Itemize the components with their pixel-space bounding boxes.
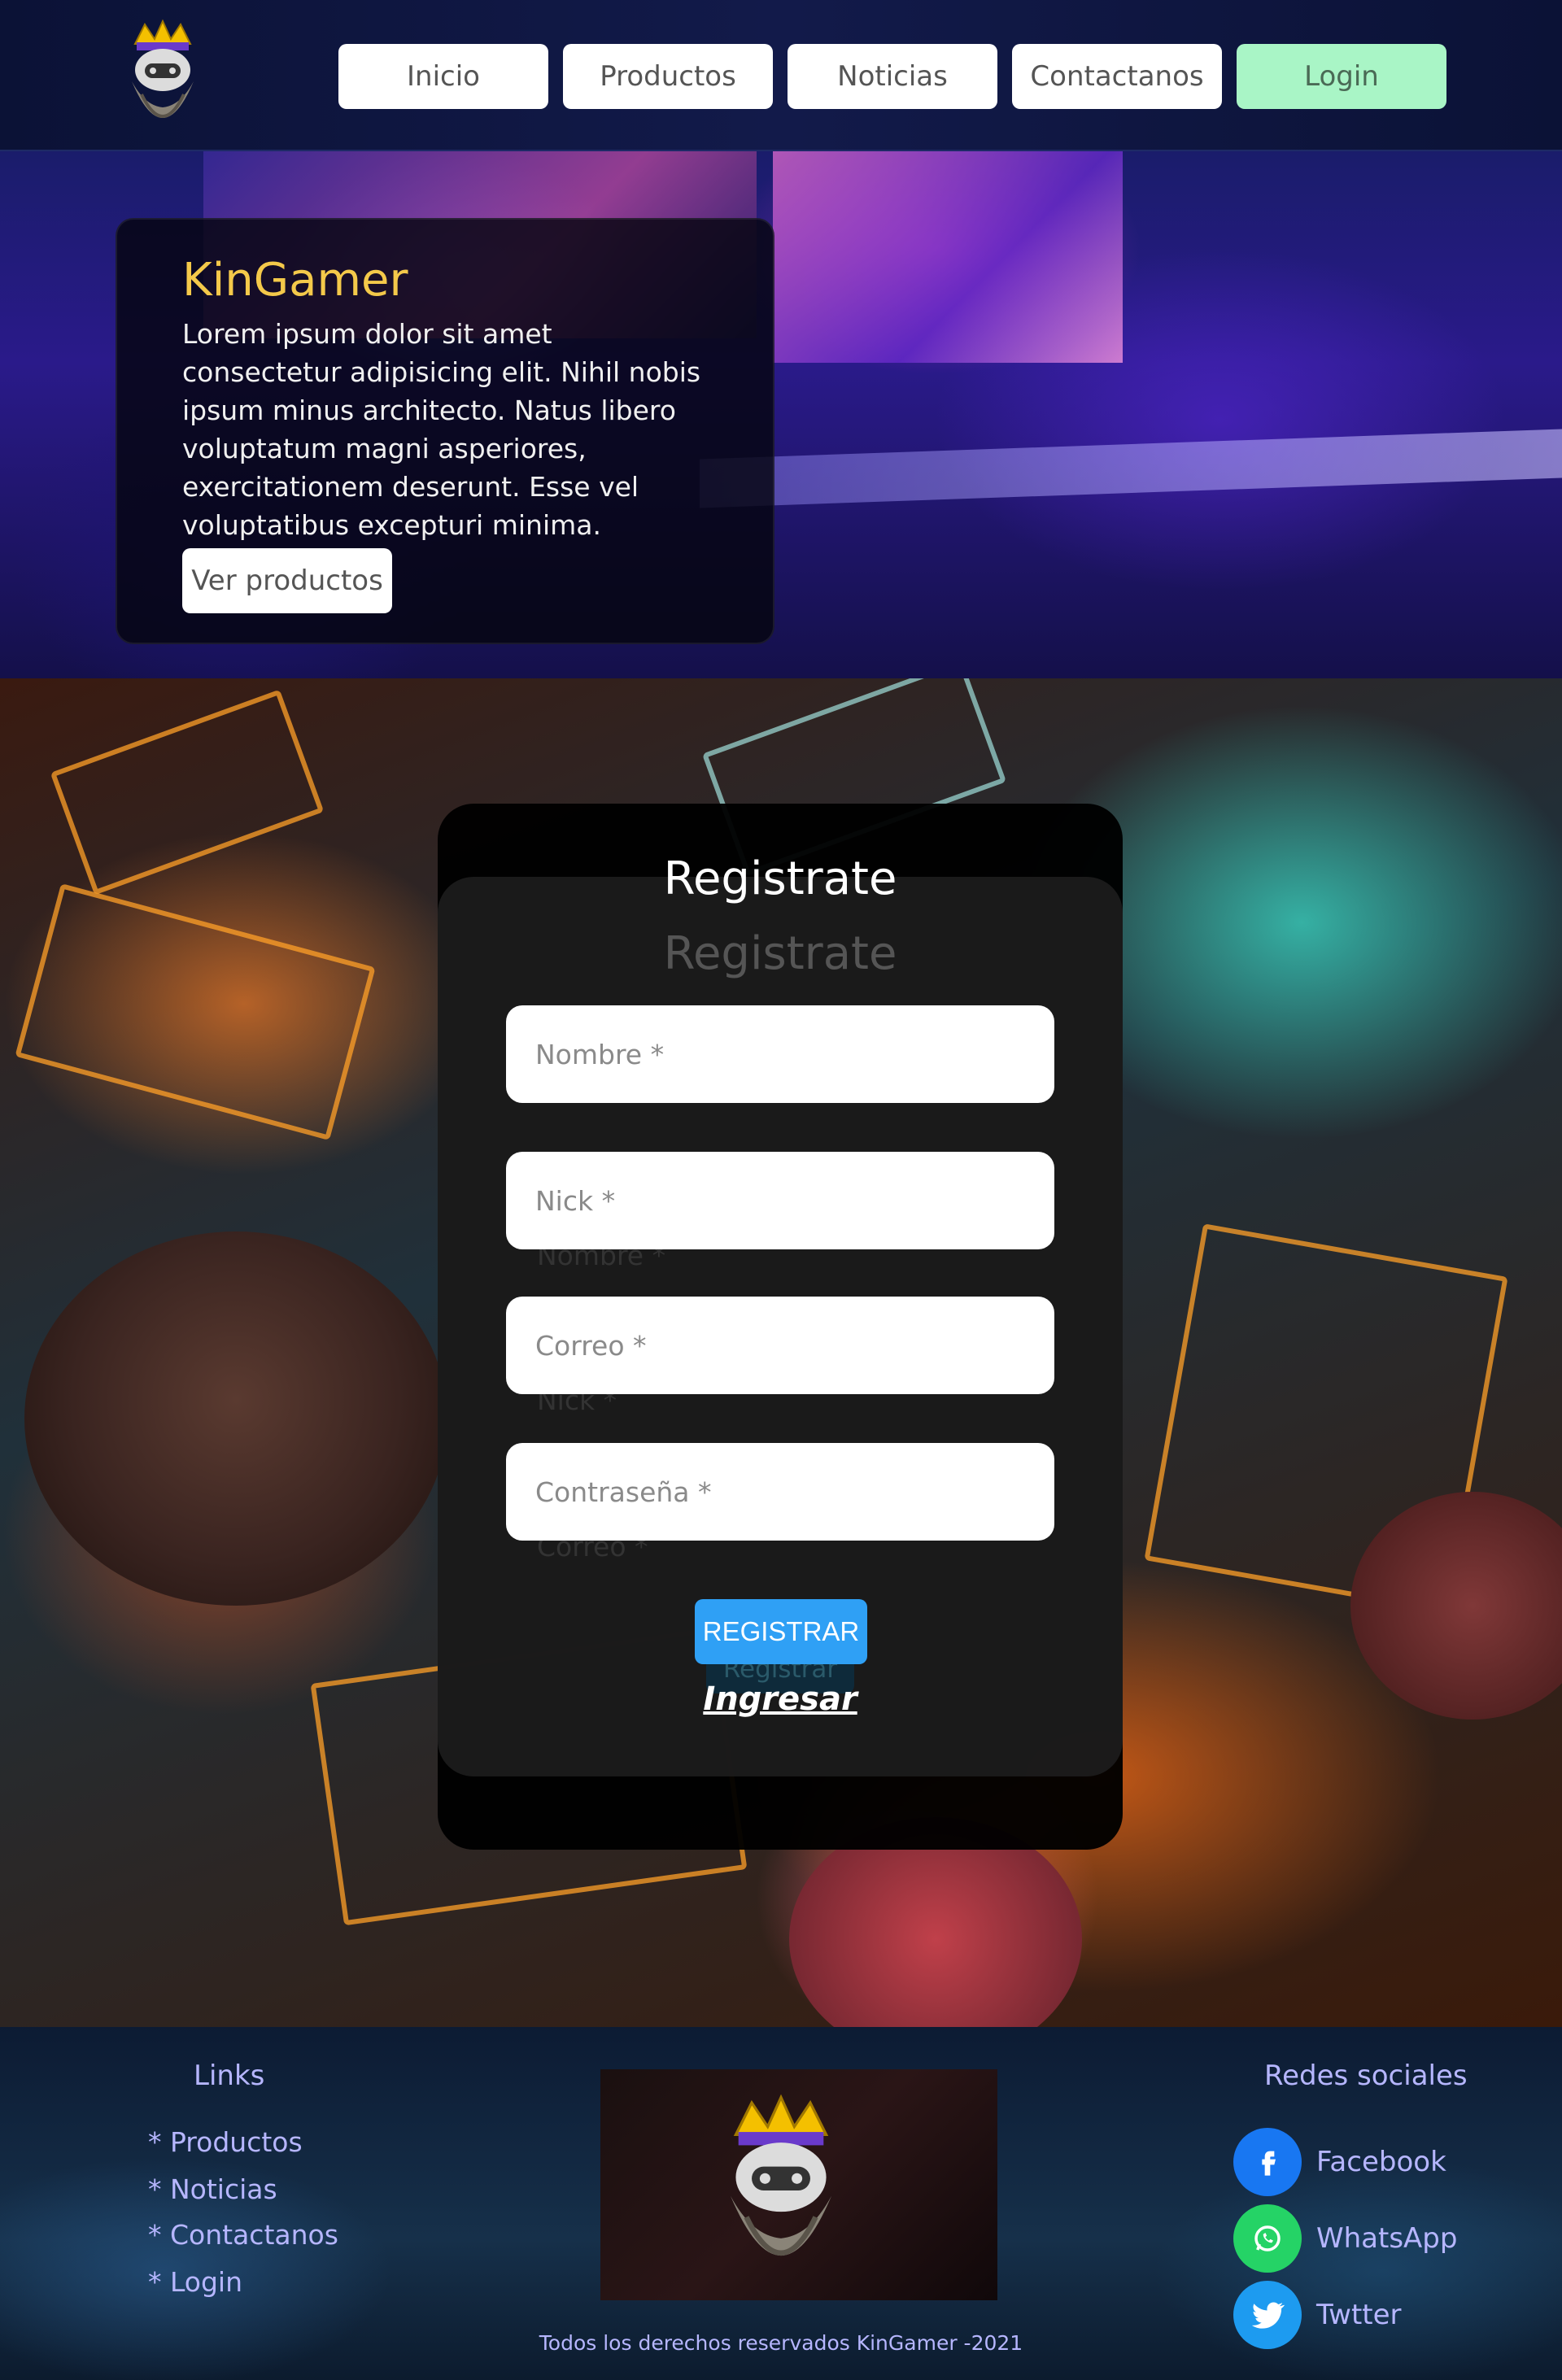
- nav-contactanos-button[interactable]: Contactanos: [1012, 44, 1222, 109]
- background-circuit: [50, 689, 325, 896]
- hero-background-monitor: [773, 151, 1123, 363]
- footer-link-noticias[interactable]: * Noticias: [148, 2173, 277, 2205]
- footer: Links * Productos * Noticias * Contactan…: [0, 2027, 1562, 2380]
- ver-productos-button[interactable]: Ver productos: [182, 548, 392, 613]
- hero-background-desk: [700, 429, 1562, 508]
- navbar: Inicio Productos Noticias Contactanos Lo…: [0, 0, 1562, 151]
- registrar-button[interactable]: REGISTRAR: [695, 1599, 867, 1664]
- hero-card: KinGamer Lorem ipsum dolor sit amet cons…: [116, 218, 774, 644]
- register-card: Registrate Registrate Nombre * Nick * Co…: [438, 804, 1123, 1850]
- kingamer-logo-icon: [730, 2094, 832, 2256]
- facebook-icon: [1233, 2128, 1302, 2196]
- nombre-input[interactable]: [506, 1005, 1054, 1103]
- facebook-label: Facebook: [1316, 2146, 1446, 2178]
- copyright: Todos los derechos reservados KinGamer -…: [539, 2331, 1023, 2355]
- nick-input[interactable]: [506, 1152, 1054, 1249]
- nav-inicio-button[interactable]: Inicio: [338, 44, 548, 109]
- background-circuit: [15, 883, 376, 1141]
- facebook-link[interactable]: Facebook: [1233, 2128, 1446, 2196]
- footer-link-productos[interactable]: * Productos: [148, 2126, 303, 2158]
- whatsapp-link[interactable]: WhatsApp: [1233, 2204, 1457, 2273]
- register-title-ghost: Registrate: [663, 927, 897, 980]
- register-title: Registrate: [663, 852, 897, 905]
- footer-link-login[interactable]: * Login: [148, 2266, 242, 2298]
- nav-noticias-button[interactable]: Noticias: [788, 44, 997, 109]
- hero-title: KinGamer: [182, 254, 408, 307]
- footer-social-title: Redes sociales: [1264, 2060, 1468, 2092]
- whatsapp-icon: [1233, 2204, 1302, 2273]
- correo-input[interactable]: [506, 1297, 1054, 1394]
- footer-links-title: Links: [194, 2060, 265, 2092]
- twitter-label: Twtter: [1316, 2299, 1402, 2331]
- hero-section: KinGamer Lorem ipsum dolor sit amet cons…: [0, 151, 1562, 678]
- contrasena-input[interactable]: [506, 1443, 1054, 1541]
- whatsapp-label: WhatsApp: [1316, 2222, 1458, 2255]
- nav-productos-button[interactable]: Productos: [563, 44, 773, 109]
- background-joystick: [24, 1231, 447, 1606]
- hero-description: Lorem ipsum dolor sit amet consectetur a…: [182, 318, 701, 541]
- register-section: Registrate Registrate Nombre * Nick * Co…: [0, 678, 1562, 2027]
- footer-link-contactanos[interactable]: * Contactanos: [148, 2219, 338, 2251]
- ingresar-link[interactable]: Ingresar: [438, 1680, 1123, 1718]
- nav-login-button[interactable]: Login: [1237, 44, 1446, 109]
- kingamer-logo-icon[interactable]: [120, 16, 205, 140]
